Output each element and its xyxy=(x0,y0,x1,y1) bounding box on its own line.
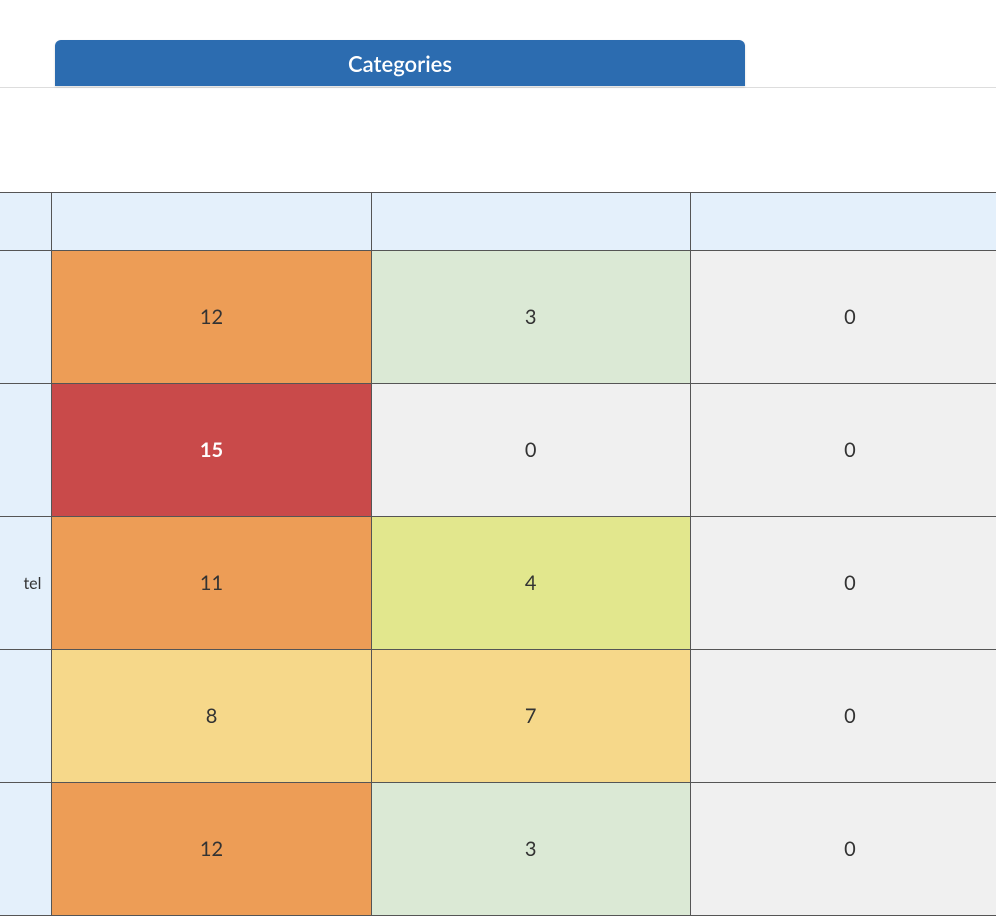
table-row: 870 xyxy=(0,650,996,783)
data-cell[interactable]: 3 xyxy=(371,251,690,384)
table-row: tel1140 xyxy=(0,517,996,650)
data-cell[interactable]: 0 xyxy=(690,783,996,916)
categories-tab[interactable]: Categories xyxy=(55,40,745,86)
data-cell[interactable]: 0 xyxy=(690,384,996,517)
data-cell[interactable]: 11 xyxy=(52,517,371,650)
table-row: 1500 xyxy=(0,384,996,517)
row-header-cell xyxy=(0,783,52,916)
data-cell[interactable]: 8 xyxy=(52,650,371,783)
row-header-cell xyxy=(0,384,52,517)
data-cell[interactable]: 12 xyxy=(52,251,371,384)
data-cell[interactable] xyxy=(690,193,996,251)
table-row: 1230 xyxy=(0,251,996,384)
data-cell[interactable]: 7 xyxy=(371,650,690,783)
data-cell[interactable] xyxy=(52,193,371,251)
data-cell[interactable]: 0 xyxy=(690,517,996,650)
row-header-cell xyxy=(0,251,52,384)
table-row: 1230 xyxy=(0,783,996,916)
heatmap-table: 12301500tel11408701230 xyxy=(0,192,996,916)
heatmap-table-container: 12301500tel11408701230 xyxy=(0,192,996,916)
table-row xyxy=(0,193,996,251)
data-cell[interactable]: 0 xyxy=(690,650,996,783)
data-cell[interactable]: 0 xyxy=(690,251,996,384)
data-cell[interactable]: 0 xyxy=(371,384,690,517)
row-header-cell: tel xyxy=(0,517,52,650)
tab-label: Categories xyxy=(348,50,452,77)
data-cell[interactable]: 3 xyxy=(371,783,690,916)
data-cell[interactable] xyxy=(371,193,690,251)
data-cell[interactable]: 12 xyxy=(52,783,371,916)
header-bar: Categories xyxy=(0,0,996,88)
row-header-cell xyxy=(0,650,52,783)
data-cell[interactable]: 15 xyxy=(52,384,371,517)
data-cell[interactable]: 4 xyxy=(371,517,690,650)
row-header-cell xyxy=(0,193,52,251)
